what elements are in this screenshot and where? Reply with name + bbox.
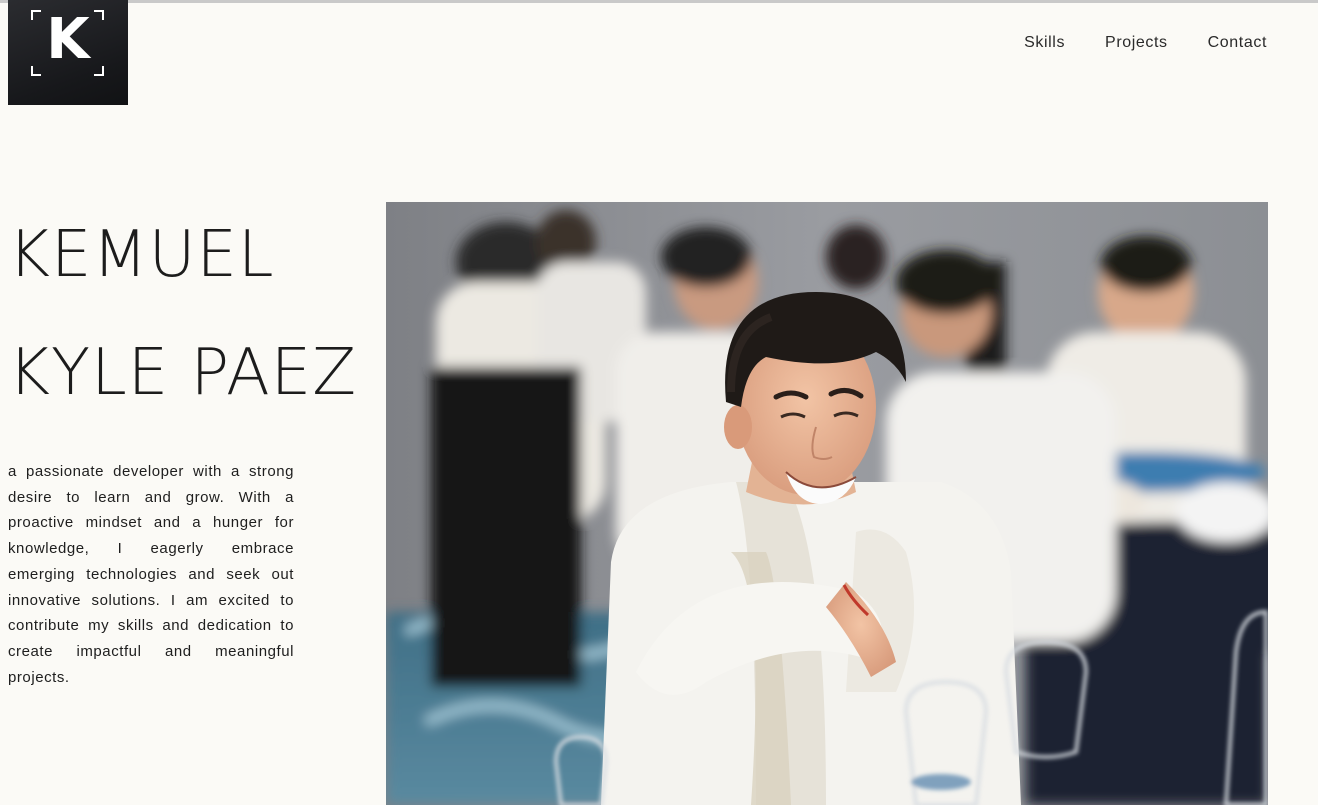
- profile-photo: [386, 202, 1268, 805]
- hero-bio: a passionate developer with a strong des…: [8, 463, 294, 686]
- nav-link-contact[interactable]: Contact: [1208, 34, 1267, 52]
- page: K Skills Projects Contact KEMUEL KYLE PA…: [0, 0, 1318, 805]
- hero-name-line1: KEMUEL: [8, 218, 275, 292]
- site-logo[interactable]: K: [8, 0, 128, 105]
- main-nav: Skills Projects Contact: [1024, 34, 1267, 52]
- hero-name: KEMUEL KYLE PAEZ: [8, 222, 357, 406]
- profile-photo-image: [386, 202, 1268, 805]
- logo-letter: K: [46, 7, 90, 72]
- top-divider: [0, 0, 1318, 3]
- hero-name-line2: KYLE PAEZ: [8, 336, 358, 410]
- nav-link-projects[interactable]: Projects: [1105, 34, 1168, 52]
- nav-link-skills[interactable]: Skills: [1024, 34, 1065, 52]
